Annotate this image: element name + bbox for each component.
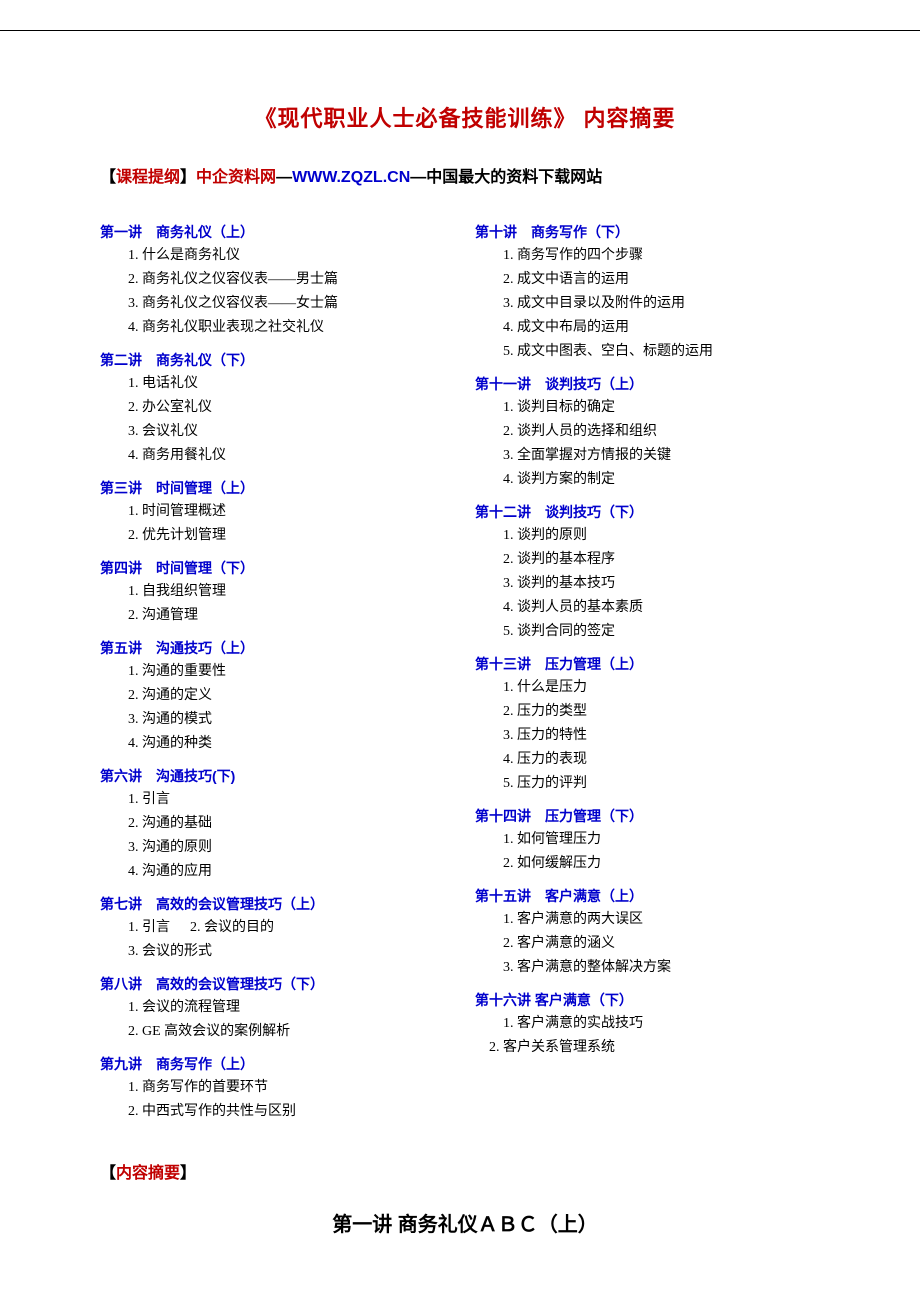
lecture-item: 4. 压力的表现	[475, 748, 830, 772]
lecture-item: 1. 客户满意的两大误区	[475, 908, 830, 932]
lecture-item: 3. 会议礼仪	[100, 420, 455, 444]
lecture-title: 第六讲 沟通技巧(下)	[100, 764, 455, 788]
lecture-title: 第七讲 高效的会议管理技巧（上）	[100, 892, 455, 916]
summary-text: 内容摘要	[116, 1165, 180, 1182]
lecture-item: 3. 客户满意的整体解决方案	[475, 956, 830, 980]
lecture-item: 1. 什么是压力	[475, 676, 830, 700]
site-tagline: 中国最大的资料下载网站	[426, 169, 602, 186]
bracket-close: 】	[180, 169, 196, 186]
lecture-item: 2. 成文中语言的运用	[475, 268, 830, 292]
lecture-title: 第九讲 商务写作（上）	[100, 1052, 455, 1076]
lecture-item: 2. 沟通管理	[100, 604, 455, 628]
lecture-item: 3. 会议的形式	[100, 940, 455, 964]
lecture-item: 2. 办公室礼仪	[100, 396, 455, 420]
lecture-title: 第十讲 商务写作（下）	[475, 220, 830, 244]
chapter-heading: 第一讲 商务礼仪ＡＢＣ（上）	[100, 1208, 830, 1237]
site-url: WWW.ZQZL.CN	[292, 169, 410, 186]
dash: —	[410, 169, 426, 186]
lecture-item: 2. 客户关系管理系统	[475, 1036, 830, 1060]
lecture-item: 3. 成文中目录以及附件的运用	[475, 292, 830, 316]
lecture-item: 3. 商务礼仪之仪容仪表——女士篇	[100, 292, 455, 316]
lecture-item: 5. 压力的评判	[475, 772, 830, 796]
lecture-item: 4. 成文中布局的运用	[475, 316, 830, 340]
lecture-title: 第十二讲 谈判技巧（下）	[475, 500, 830, 524]
outline-label: 课程提纲	[116, 169, 180, 186]
lecture-item-row: 1. 引言 2. 会议的目的	[100, 916, 455, 940]
lecture-item: 4. 沟通的种类	[100, 732, 455, 756]
lecture-item: 1. 电话礼仪	[100, 372, 455, 396]
lecture-item: 3. 全面掌握对方情报的关键	[475, 444, 830, 468]
lecture-title: 第四讲 时间管理（下）	[100, 556, 455, 580]
bracket-open: 【	[100, 1165, 116, 1182]
outline-columns: 第一讲 商务礼仪（上）1. 什么是商务礼仪2. 商务礼仪之仪容仪表——男士篇3.…	[100, 212, 830, 1124]
lecture-item: 2. 谈判人员的选择和组织	[475, 420, 830, 444]
lecture-title: 第十一讲 谈判技巧（上）	[475, 372, 830, 396]
lecture-item: 4. 沟通的应用	[100, 860, 455, 884]
lecture-item: 2. 商务礼仪之仪容仪表——男士篇	[100, 268, 455, 292]
bracket-open: 【	[100, 169, 116, 186]
lecture-item: 3. 压力的特性	[475, 724, 830, 748]
page-title: 《现代职业人士必备技能训练》 内容摘要	[100, 101, 830, 133]
lecture-title: 第十六讲 客户满意（下）	[475, 988, 830, 1012]
lecture-item: 1. 商务写作的首要环节	[100, 1076, 455, 1100]
lecture-item: 3. 谈判的基本技巧	[475, 572, 830, 596]
lecture-item: 1. 自我组织管理	[100, 580, 455, 604]
lecture-item: 2. GE 高效会议的案例解析	[100, 1020, 455, 1044]
lecture-item: 2. 沟通的基础	[100, 812, 455, 836]
lecture-title: 第十三讲 压力管理（上）	[475, 652, 830, 676]
right-column: 第十讲 商务写作（下）1. 商务写作的四个步骤2. 成文中语言的运用3. 成文中…	[475, 212, 830, 1124]
lecture-item: 2. 如何缓解压力	[475, 852, 830, 876]
left-column: 第一讲 商务礼仪（上）1. 什么是商务礼仪2. 商务礼仪之仪容仪表——男士篇3.…	[100, 212, 455, 1124]
lecture-title: 第三讲 时间管理（上）	[100, 476, 455, 500]
lecture-title: 第十五讲 客户满意（上）	[475, 884, 830, 908]
lecture-item: 2. 沟通的定义	[100, 684, 455, 708]
lecture-item: 1. 会议的流程管理	[100, 996, 455, 1020]
lecture-item: 1. 客户满意的实战技巧	[475, 1012, 830, 1036]
lecture-item: 1. 如何管理压力	[475, 828, 830, 852]
lecture-title: 第一讲 商务礼仪（上）	[100, 220, 455, 244]
site-name: 中企资料网	[196, 169, 276, 186]
lecture-item: 3. 沟通的模式	[100, 708, 455, 732]
lecture-item: 2. 客户满意的涵义	[475, 932, 830, 956]
lecture-item: 1. 时间管理概述	[100, 500, 455, 524]
lecture-item: 2. 压力的类型	[475, 700, 830, 724]
lecture-item: 2. 优先计划管理	[100, 524, 455, 548]
lecture-title: 第十四讲 压力管理（下）	[475, 804, 830, 828]
header-line: 【课程提纲】中企资料网—WWW.ZQZL.CN—中国最大的资料下载网站	[100, 163, 830, 187]
lecture-item: 1. 商务写作的四个步骤	[475, 244, 830, 268]
lecture-title: 第八讲 高效的会议管理技巧（下）	[100, 972, 455, 996]
lecture-item: 1. 引言	[100, 788, 455, 812]
lecture-item: 5. 谈判合同的签定	[475, 620, 830, 644]
lecture-title: 第二讲 商务礼仪（下）	[100, 348, 455, 372]
summary-label: 【内容摘要】	[100, 1159, 830, 1183]
lecture-title: 第五讲 沟通技巧（上）	[100, 636, 455, 660]
lecture-item: 4. 谈判人员的基本素质	[475, 596, 830, 620]
lecture-item: 2. 中西式写作的共性与区别	[100, 1100, 455, 1124]
lecture-item: 1. 引言	[128, 920, 170, 935]
lecture-item: 1. 什么是商务礼仪	[100, 244, 455, 268]
lecture-item: 1. 沟通的重要性	[100, 660, 455, 684]
bracket-close: 】	[180, 1165, 196, 1182]
lecture-item: 5. 成文中图表、空白、标题的运用	[475, 340, 830, 364]
lecture-item: 4. 谈判方案的制定	[475, 468, 830, 492]
lecture-item: 1. 谈判目标的确定	[475, 396, 830, 420]
lecture-item: 3. 沟通的原则	[100, 836, 455, 860]
lecture-item: 2. 会议的目的	[190, 920, 274, 935]
lecture-item: 1. 谈判的原则	[475, 524, 830, 548]
lecture-item: 4. 商务礼仪职业表现之社交礼仪	[100, 316, 455, 340]
dash: —	[276, 169, 292, 186]
lecture-item: 2. 谈判的基本程序	[475, 548, 830, 572]
lecture-item: 4. 商务用餐礼仪	[100, 444, 455, 468]
document-page: 《现代职业人士必备技能训练》 内容摘要 【课程提纲】中企资料网—WWW.ZQZL…	[0, 30, 920, 1277]
